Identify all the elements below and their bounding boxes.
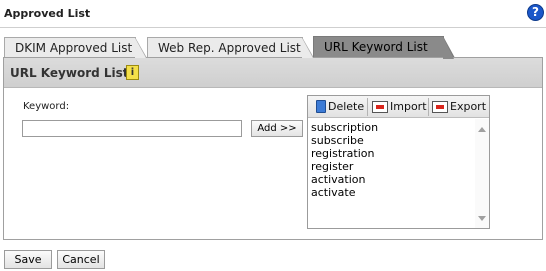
title-bar: Approved List ? [0,0,546,28]
cancel-button[interactable]: Cancel [57,250,105,269]
list-item[interactable]: registration [311,147,378,160]
export-icon [432,101,448,113]
list-item[interactable]: activate [311,186,378,199]
window-title: Approved List [4,7,91,20]
add-button[interactable]: Add >> [251,120,303,137]
toolbar-divider [367,98,368,116]
tab-label: URL Keyword List [324,40,428,54]
keyword-label: Keyword: [23,101,70,112]
tab-web-rep-approved-list[interactable]: Web Rep. Approved List [147,37,314,58]
keyword-list: subscription subscribe registration regi… [311,121,378,199]
scrollbar[interactable] [475,119,489,228]
import-label: Import [390,100,427,113]
toolbar-divider [428,98,429,116]
import-button[interactable]: Import [372,98,427,116]
url-keyword-panel: URL Keyword List i Keyword: Add >> Delet… [3,57,543,240]
list-toolbar: Delete Import Export [308,96,489,118]
export-label: Export [450,100,487,113]
tab-label: Web Rep. Approved List [158,41,301,55]
help-icon[interactable]: ? [527,4,544,21]
panel-title: URL Keyword List [10,66,129,80]
tab-url-keyword-list[interactable]: URL Keyword List [313,36,455,59]
list-item[interactable]: subscribe [311,134,378,147]
list-item[interactable]: activation [311,173,378,186]
list-item[interactable]: register [311,160,378,173]
info-icon[interactable]: i [126,65,139,80]
scroll-up-icon[interactable] [478,127,486,132]
save-button[interactable]: Save [4,250,52,269]
scroll-down-icon[interactable] [478,216,486,221]
list-item[interactable]: subscription [311,121,378,134]
delete-label: Delete [328,100,365,113]
tab-dkim-approved-list[interactable]: DKIM Approved List [4,37,147,58]
tab-label: DKIM Approved List [15,41,133,55]
keyword-list-box: Delete Import Export subscription subscr… [307,95,490,229]
export-button[interactable]: Export [432,98,486,116]
keyword-input[interactable] [22,120,242,137]
tab-bar: DKIM Approved List Web Rep. Approved Lis… [3,33,543,59]
panel-header: URL Keyword List i [4,58,542,88]
trash-icon [316,100,326,113]
import-icon [372,101,388,113]
delete-button[interactable]: Delete [316,98,364,116]
